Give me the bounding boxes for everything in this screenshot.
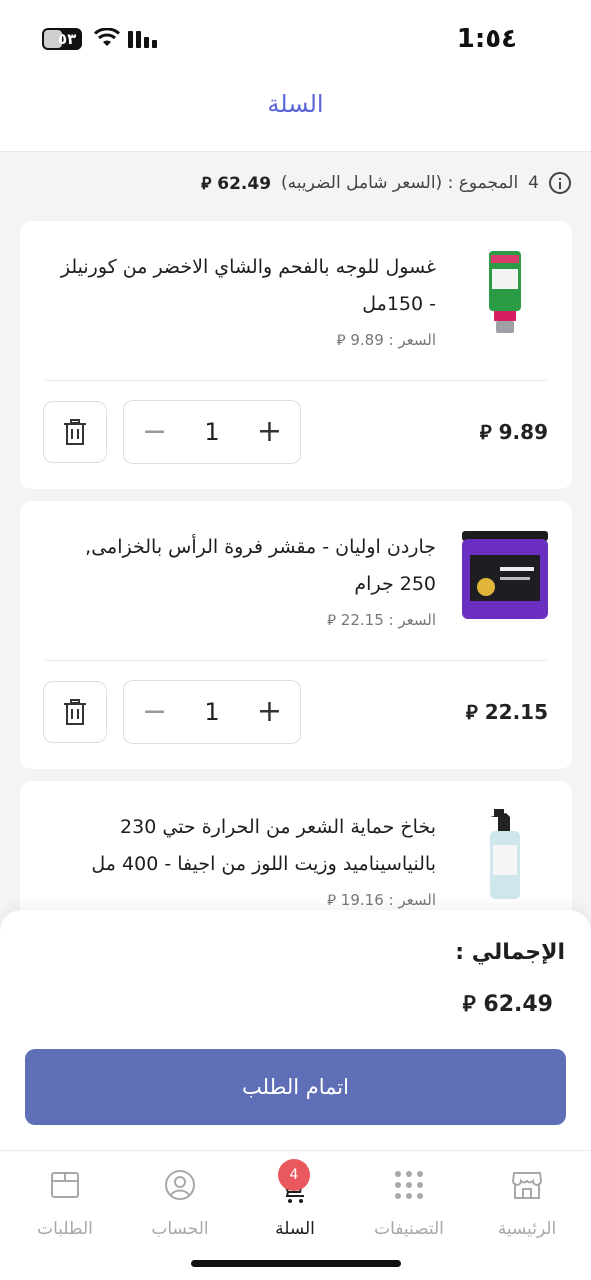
- unit-price: السعر : 19.16 ⃁: [327, 891, 436, 910]
- currency-symbol: ⃁: [479, 420, 492, 444]
- minus-icon[interactable]: −: [142, 417, 167, 447]
- tab-account-label: الحساب: [151, 1219, 209, 1239]
- product-image[interactable]: [460, 247, 550, 343]
- plus-icon[interactable]: +: [257, 417, 282, 447]
- cart-summary: 4 المجموع : (السعر شامل الضريبه) 62.49 ⃁: [201, 172, 571, 194]
- info-icon[interactable]: [549, 172, 571, 194]
- wifi-icon: [94, 28, 120, 46]
- row-total-value: 9.89: [498, 420, 548, 444]
- product-name[interactable]: بخاخ حماية الشعر من الحرارة حتي 230 بالن…: [56, 809, 436, 883]
- trash-icon: [64, 419, 86, 445]
- checkout-button[interactable]: اتمام الطلب: [25, 1049, 566, 1125]
- tab-cart-label: السلة: [275, 1219, 315, 1239]
- quantity-stepper: − 1 +: [123, 400, 301, 464]
- checkout-sheet: الإجمالي : 62.49 ⃁ اتمام الطلب: [0, 910, 591, 1150]
- currency-symbol: ⃁: [327, 611, 337, 629]
- tab-cart[interactable]: 4 السلة: [236, 1159, 354, 1239]
- summary-count: 4: [528, 173, 539, 193]
- plus-icon[interactable]: +: [257, 697, 282, 727]
- price-value: 9.89: [350, 331, 384, 349]
- currency-symbol: ⃁: [327, 891, 337, 909]
- product-name[interactable]: غسول للوجه بالفحم والشاي الاخضر من كورني…: [56, 249, 436, 323]
- battery-icon: ٥٣: [42, 28, 82, 50]
- tab-orders[interactable]: الطلبات: [6, 1165, 124, 1239]
- quantity-value[interactable]: 1: [204, 418, 219, 446]
- status-bar: ٥٣ 1:٥٤: [0, 0, 591, 80]
- user-icon: [165, 1170, 195, 1200]
- page-title: السلة: [267, 90, 324, 118]
- tab-categories[interactable]: التصنيفات: [350, 1165, 468, 1239]
- cart-badge: 4: [278, 1159, 310, 1191]
- price-label: السعر :: [388, 891, 436, 909]
- price-label: السعر :: [388, 331, 436, 349]
- currency-symbol: ⃁: [465, 700, 478, 724]
- signal-icon: [128, 30, 157, 48]
- home-indicator: [191, 1260, 401, 1267]
- product-image[interactable]: [460, 527, 550, 623]
- product-image[interactable]: [460, 807, 550, 903]
- cart-item: غسول للوجه بالفحم والشاي الاخضر من كورني…: [20, 221, 572, 489]
- product-name[interactable]: جاردن اوليان - مقشر فروة الرأس بالخزامى,…: [56, 529, 436, 603]
- delete-button[interactable]: [43, 401, 107, 463]
- store-icon: [511, 1172, 543, 1199]
- trash-icon: [64, 699, 86, 725]
- tab-categories-label: التصنيفات: [374, 1219, 444, 1239]
- quantity-value[interactable]: 1: [204, 698, 219, 726]
- divider: [44, 380, 548, 381]
- tab-home-label: الرئيسية: [497, 1219, 557, 1239]
- row-total: 22.15 ⃁: [466, 699, 548, 725]
- row-total: 9.89 ⃁: [480, 419, 548, 445]
- tab-home[interactable]: الرئيسية: [468, 1165, 586, 1239]
- grid-icon: [395, 1171, 423, 1199]
- price-value: 19.16: [340, 891, 384, 909]
- unit-price: السعر : 9.89 ⃁: [337, 331, 436, 350]
- page-header: السلة: [0, 80, 591, 152]
- grand-total: 62.49 ⃁: [463, 990, 553, 1018]
- currency-symbol: ⃁: [336, 331, 346, 349]
- price-value: 22.15: [340, 611, 384, 629]
- box-icon: [51, 1172, 79, 1198]
- tab-account[interactable]: الحساب: [121, 1165, 239, 1239]
- price-label: السعر :: [388, 611, 436, 629]
- grand-total-label: الإجمالي :: [455, 940, 565, 965]
- quantity-stepper: − 1 +: [123, 680, 301, 744]
- summary-text: المجموع : (السعر شامل الضريبه): [281, 173, 519, 193]
- grand-total-value: 62.49: [483, 992, 553, 1017]
- currency-symbol: ⃁: [201, 174, 212, 194]
- row-total-value: 22.15: [484, 700, 548, 724]
- divider: [44, 660, 548, 661]
- minus-icon[interactable]: −: [142, 697, 167, 727]
- delete-button[interactable]: [43, 681, 107, 743]
- battery-level: ٥٣: [58, 30, 77, 48]
- currency-symbol: ⃁: [462, 992, 476, 1017]
- unit-price: السعر : 22.15 ⃁: [327, 611, 436, 630]
- summary-total: 62.49: [217, 174, 272, 194]
- status-time: 1:٥٤: [456, 24, 517, 54]
- tab-orders-label: الطلبات: [37, 1219, 93, 1239]
- cart-item: جاردن اوليان - مقشر فروة الرأس بالخزامى,…: [20, 501, 572, 769]
